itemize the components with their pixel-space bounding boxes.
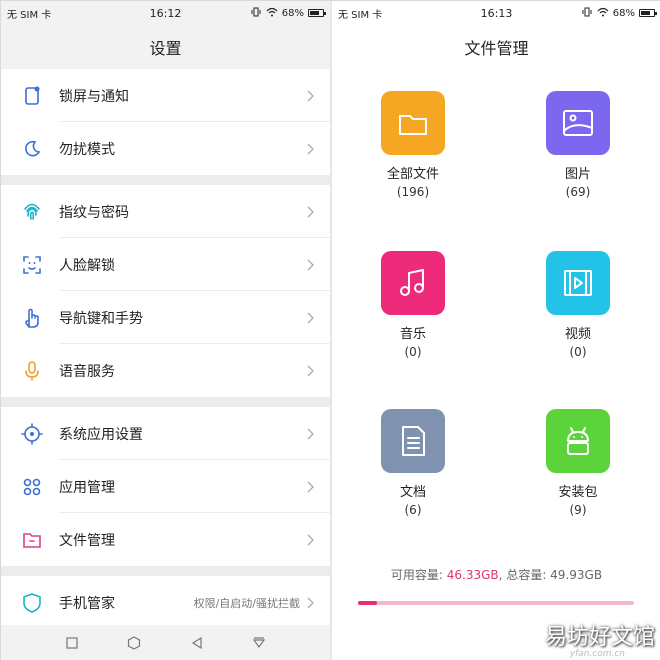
- android-icon: [546, 409, 610, 473]
- clock: 16:12: [149, 6, 182, 20]
- setting-label: 锁屏与通知: [59, 88, 129, 105]
- image-icon: [546, 91, 610, 155]
- setting-row-fingerprint[interactable]: 指纹与密码: [1, 185, 330, 238]
- battery-icon: [639, 9, 657, 17]
- chevron-right-icon: [306, 365, 316, 376]
- setting-label: 应用管理: [59, 479, 115, 496]
- category-count: (0): [404, 345, 422, 359]
- status-bar: 无 SIM 卡 16:13 68%: [332, 1, 660, 25]
- document-icon: [381, 409, 445, 473]
- setting-label: 文件管理: [59, 532, 115, 549]
- chevron-right-icon: [306, 481, 316, 492]
- setting-label: 指纹与密码: [59, 204, 129, 221]
- category-tile-video[interactable]: 视频 (0): [513, 251, 643, 359]
- screenshot-frame: 无 SIM 卡 16:12 68% 设置 锁屏与通知勿扰模式指纹与密码人脸解锁导…: [0, 0, 660, 660]
- setting-row-system-gear[interactable]: 系统应用设置: [1, 407, 330, 460]
- chevron-right-icon: [306, 90, 316, 101]
- music-note-icon: [381, 251, 445, 315]
- group-separator: [1, 397, 330, 407]
- total-label: 总容量:: [506, 568, 551, 582]
- microphone-icon: [21, 360, 43, 382]
- category-tile-document[interactable]: 文档 (6): [348, 409, 478, 517]
- total-value: 49.93GB: [550, 568, 603, 582]
- category-tile-music-note[interactable]: 音乐 (0): [348, 251, 478, 359]
- category-count: (0): [569, 345, 587, 359]
- status-bar: 无 SIM 卡 16:12 68%: [1, 1, 330, 25]
- category-count: (196): [396, 185, 430, 199]
- category-count: (9): [569, 503, 587, 517]
- setting-row-face-unlock[interactable]: 人脸解锁: [1, 238, 330, 291]
- category-name: 图片: [564, 167, 591, 182]
- chevron-right-icon: [306, 259, 316, 270]
- group-separator: [1, 566, 330, 576]
- chevron-right-icon: [306, 597, 316, 608]
- setting-row-gesture-hand[interactable]: 导航键和手势: [1, 291, 330, 344]
- chevron-right-icon: [306, 143, 316, 154]
- battery-icon: [308, 9, 326, 17]
- setting-label: 导航键和手势: [59, 310, 143, 327]
- gesture-hand-icon: [21, 307, 43, 329]
- setting-label: 手机管家: [59, 595, 115, 612]
- category-name: 音乐: [399, 327, 426, 342]
- category-tile-image[interactable]: 图片 (69): [513, 91, 643, 199]
- home-button[interactable]: [126, 635, 142, 651]
- face-unlock-icon: [21, 254, 43, 276]
- setting-label: 勿扰模式: [59, 141, 115, 158]
- back-button[interactable]: [189, 635, 205, 651]
- recent-apps-button[interactable]: [64, 635, 80, 651]
- chevron-right-icon: [306, 534, 316, 545]
- watermark-text: 易坊好文馆: [544, 625, 655, 650]
- available-value: 46.33GB: [446, 568, 499, 582]
- setting-row-moon[interactable]: 勿扰模式: [1, 122, 330, 175]
- notification-pulldown-button[interactable]: [251, 635, 267, 651]
- category-tile-folder[interactable]: 全部文件 (196): [348, 91, 478, 199]
- setting-row-microphone[interactable]: 语音服务: [1, 344, 330, 397]
- category-tile-android[interactable]: 安装包 (9): [513, 409, 643, 517]
- setting-row-folder[interactable]: 文件管理: [1, 513, 330, 566]
- setting-label: 语音服务: [59, 363, 115, 380]
- setting-row-shield[interactable]: 手机管家 权限/自启动/骚扰拦截: [1, 576, 330, 629]
- category-count: (69): [565, 185, 591, 199]
- category-name: 文档: [399, 485, 426, 500]
- apps-grid-icon: [21, 476, 43, 498]
- chevron-right-icon: [306, 428, 316, 439]
- category-name: 全部文件: [386, 167, 439, 182]
- setting-label: 人脸解锁: [59, 257, 115, 274]
- watermark-url: yfan.com.cn: [569, 649, 625, 659]
- setting-label: 系统应用设置: [59, 426, 143, 443]
- page-title: 设置: [1, 25, 330, 69]
- shield-icon: [21, 592, 43, 614]
- settings-screen: 无 SIM 卡 16:12 68% 设置 锁屏与通知勿扰模式指纹与密码人脸解锁导…: [1, 1, 330, 660]
- navigation-bar: [1, 625, 330, 660]
- moon-icon: [21, 138, 43, 160]
- file-manager-screen: 无 SIM 卡 16:13 68% 文件管理 全部文件 (196) 图片 (69) 音乐…: [332, 1, 660, 660]
- fingerprint-icon: [21, 201, 43, 223]
- settings-list: 锁屏与通知勿扰模式指纹与密码人脸解锁导航键和手势 语音服务系统应用设置 应用管理文件…: [1, 69, 330, 629]
- folder-icon: [381, 91, 445, 155]
- chevron-right-icon: [306, 312, 316, 323]
- group-separator: [1, 175, 330, 185]
- clock: 16:13: [480, 6, 513, 20]
- system-gear-icon: [21, 422, 43, 445]
- lockscreen-icon: [21, 85, 43, 107]
- category-count: (6): [404, 503, 422, 517]
- category-name: 安装包: [558, 485, 598, 500]
- storage-used-fill: [358, 601, 378, 605]
- chevron-right-icon: [306, 206, 316, 217]
- storage-progress-bar: [358, 601, 634, 605]
- setting-subtitle: 权限/自启动/骚扰拦截: [193, 596, 300, 610]
- category-name: 视频: [564, 327, 591, 342]
- video-icon: [546, 251, 610, 315]
- storage-info: 可用容量: 46.33GB, 总容量: 49.93GB: [332, 566, 660, 583]
- folder-icon: [21, 529, 43, 551]
- page-title: 文件管理: [464, 39, 529, 58]
- setting-row-lockscreen[interactable]: 锁屏与通知: [1, 69, 330, 122]
- available-label: 可用容量:: [390, 568, 447, 582]
- setting-row-apps-grid[interactable]: 应用管理: [1, 460, 330, 513]
